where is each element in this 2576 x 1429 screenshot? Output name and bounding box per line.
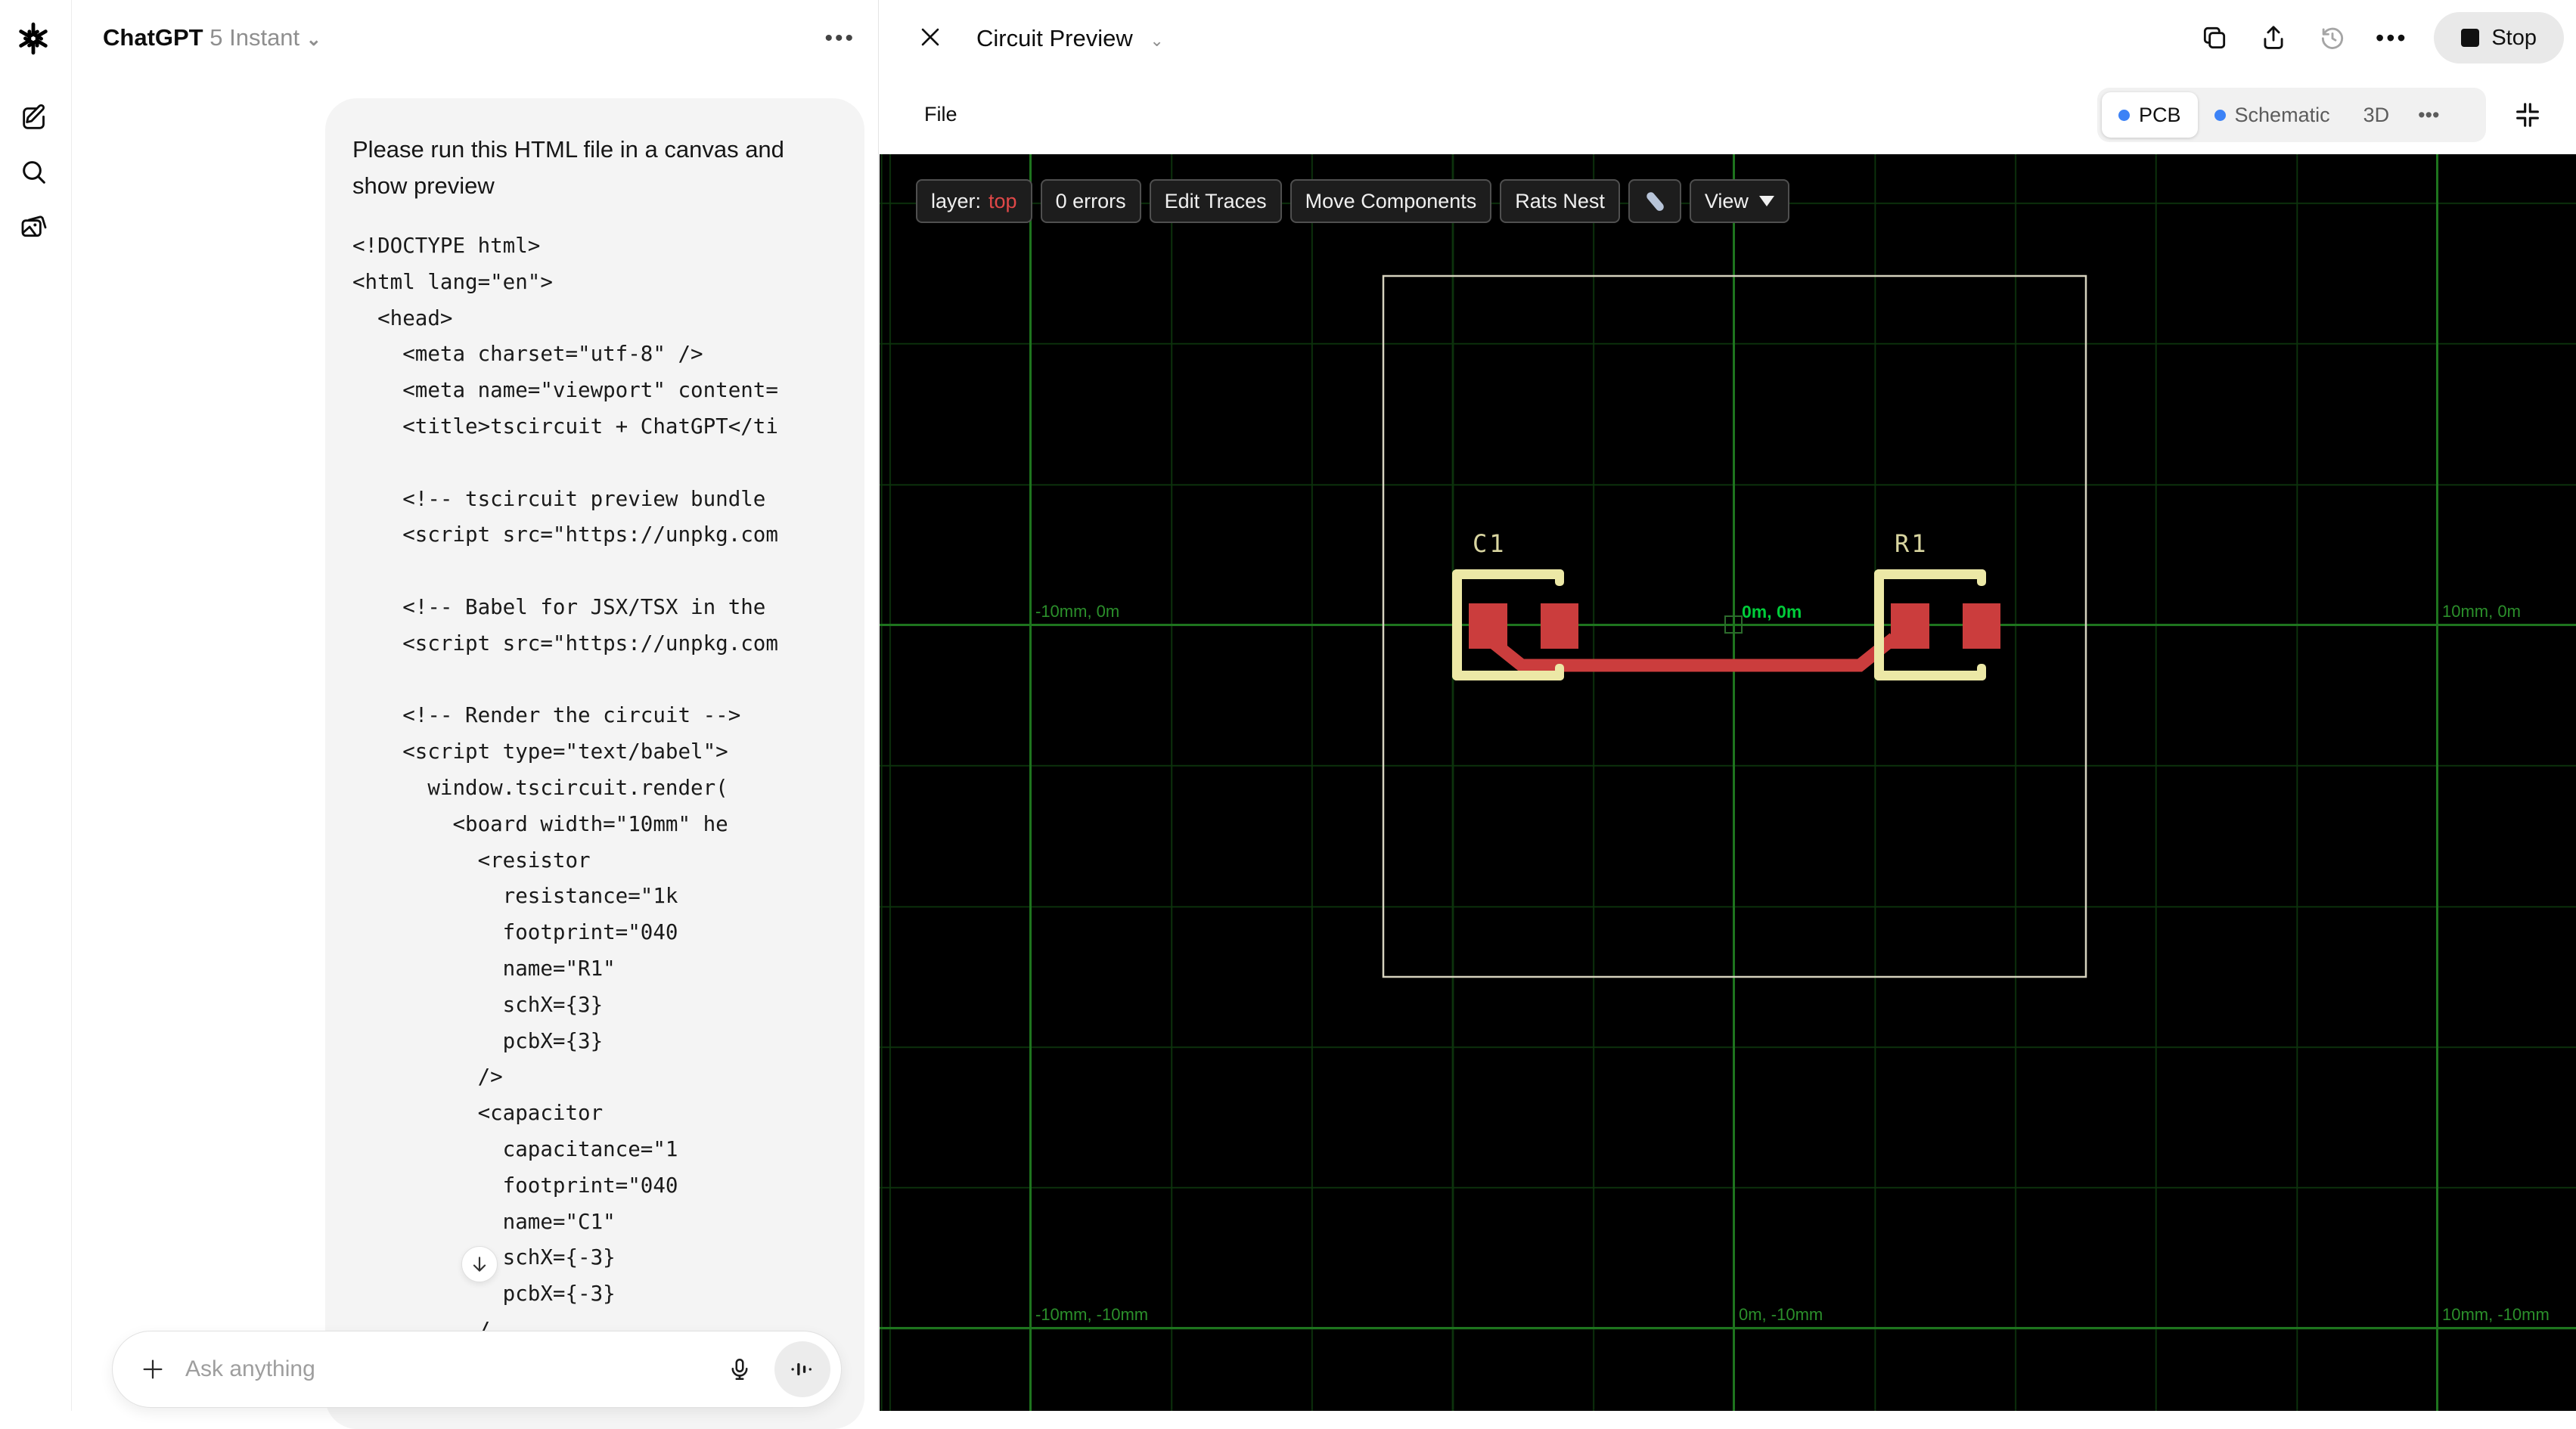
r1-pad-2[interactable] (1963, 603, 2000, 649)
conversation-menu-icon[interactable]: ••• (824, 26, 855, 51)
attach-plus-icon[interactable] (140, 1356, 166, 1382)
c1-pad-2[interactable] (1541, 603, 1578, 649)
chat-panel: ChatGPT 5 Instant ⌄ ••• Please run this … (73, 0, 879, 1411)
chevron-down-icon: ⌄ (306, 29, 321, 50)
dictate-button[interactable] (722, 1351, 758, 1387)
view-dropdown-button[interactable]: View (1690, 179, 1789, 223)
tab-schematic-label: Schematic (2235, 104, 2330, 127)
arrow-down-icon (470, 1254, 489, 1274)
canvas-title-dropdown[interactable]: Circuit Preview ⌄ (976, 25, 1164, 52)
chevron-down-icon: ⌄ (1150, 31, 1163, 50)
views-more-icon[interactable]: ••• (2406, 104, 2451, 127)
stop-label: Stop (2491, 26, 2537, 51)
copy-button[interactable] (2198, 21, 2231, 54)
r1-ref-label[interactable]: R1 (1895, 529, 1929, 558)
origin-marker (1724, 615, 1743, 634)
microphone-icon (727, 1356, 753, 1382)
chat-input[interactable] (185, 1356, 722, 1382)
openai-logo-icon[interactable] (16, 21, 51, 56)
rats-nest-button[interactable]: Rats Nest (1500, 179, 1620, 223)
canvas-header: Circuit Preview ⌄ (880, 0, 2576, 76)
copy-icon (2200, 23, 2229, 52)
coord-label-bottom-left: -10mm, -10mm (1035, 1305, 1148, 1325)
library-icon[interactable] (19, 212, 49, 242)
coord-label-mid-left: -10mm, 0m (1035, 602, 1119, 622)
user-code-block: <!DOCTYPE html> <html lang="en"> <head> … (352, 228, 843, 1349)
pcb-artwork (880, 154, 2576, 1411)
tab-pcb[interactable]: PCB (2102, 92, 2198, 138)
history-icon (2318, 23, 2347, 52)
more-options-icon[interactable]: ••• (2375, 21, 2408, 54)
close-icon (917, 24, 943, 50)
errors-button[interactable]: 0 errors (1041, 179, 1141, 223)
app-sidebar (0, 0, 72, 1411)
layer-value: top (989, 190, 1017, 213)
search-icon[interactable] (19, 157, 49, 188)
r1-pad-1[interactable] (1891, 603, 1929, 649)
share-button[interactable] (2257, 21, 2290, 54)
move-components-button[interactable]: Move Components (1290, 179, 1492, 223)
canvas-panel: Circuit Preview ⌄ (880, 0, 2576, 1411)
coord-label-mid-right: 10mm, 0m (2442, 602, 2521, 622)
collapse-icon[interactable] (2512, 100, 2543, 130)
view-mode-toggle: PCB Schematic 3D ••• (2097, 88, 2486, 142)
pcb-status-dot (2118, 110, 2130, 121)
canvas-menubar: File PCB Schematic 3D ••• (880, 76, 2576, 154)
app-title: ChatGPT (103, 24, 203, 51)
pcb-canvas[interactable]: C1 R1 0m, 0m -10mm, 0m 10mm, 0m -10mm, -… (880, 154, 2576, 1411)
upload-icon (2259, 23, 2288, 52)
caret-down-icon (1759, 196, 1774, 206)
user-message-bubble: Please run this HTML file in a canvas an… (325, 98, 864, 1429)
waveform-icon (789, 1356, 816, 1383)
close-canvas-button[interactable] (917, 24, 945, 51)
layer-label: layer: (931, 190, 981, 213)
chat-header: ChatGPT 5 Instant ⌄ ••• (73, 0, 878, 76)
model-selector[interactable]: ChatGPT 5 Instant ⌄ (103, 24, 321, 51)
c1-ref-label[interactable]: C1 (1473, 529, 1507, 558)
composer (112, 1331, 842, 1408)
layer-button[interactable]: layer: top (916, 179, 1032, 223)
view-label: View (1705, 190, 1749, 213)
coord-label-bottom-center: 0m, -10mm (1739, 1305, 1823, 1325)
edit-traces-button[interactable]: Edit Traces (1150, 179, 1282, 223)
origin-coordinate-label: 0m, 0m (1742, 602, 1802, 622)
voice-mode-button[interactable] (774, 1341, 830, 1397)
tab-schematic[interactable]: Schematic (2198, 92, 2347, 138)
c1-pad-1[interactable] (1469, 603, 1507, 649)
schematic-status-dot (2214, 110, 2226, 121)
pcb-toolbar: layer: top 0 errors Edit Traces Move Com… (916, 179, 1789, 223)
new-chat-icon[interactable] (19, 103, 49, 133)
pencil-icon (1643, 190, 1666, 212)
canvas-title: Circuit Preview (976, 25, 1133, 51)
user-prompt-text: Please run this HTML file in a canvas an… (352, 132, 829, 204)
coord-label-bottom-right: 10mm, -10mm (2442, 1305, 2550, 1325)
pencil-tool-button[interactable] (1628, 179, 1681, 223)
stop-square-icon (2461, 29, 2479, 47)
tab-3d[interactable]: 3D (2347, 92, 2407, 138)
tab-pcb-label: PCB (2139, 104, 2181, 127)
stop-button[interactable]: Stop (2434, 12, 2564, 64)
model-name: 5 Instant (209, 24, 299, 51)
tab-3d-label: 3D (2363, 104, 2390, 127)
canvas-actions: ••• Stop (2198, 0, 2564, 76)
scroll-to-bottom-button[interactable] (461, 1246, 498, 1282)
file-menu[interactable]: File (924, 103, 957, 126)
history-button[interactable] (2316, 21, 2349, 54)
